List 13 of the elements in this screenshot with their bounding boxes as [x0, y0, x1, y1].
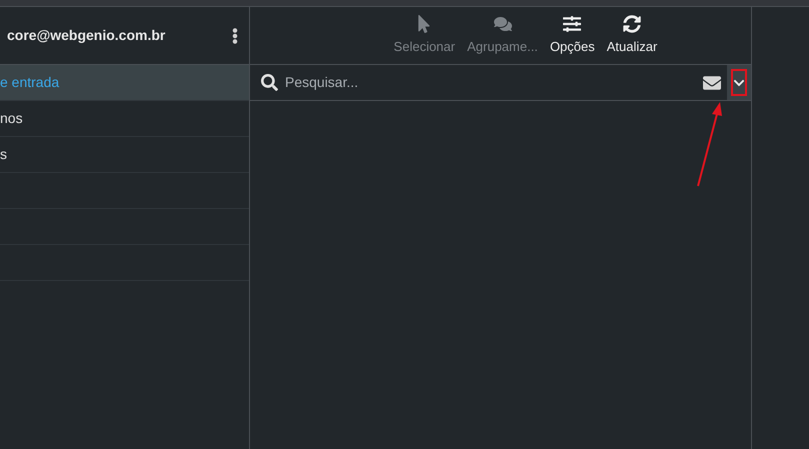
search-field[interactable]: Pesquisar...	[285, 72, 703, 93]
account-email: core@webgenio.com.br	[7, 26, 166, 45]
folder-item[interactable]: nos	[0, 101, 249, 137]
dropdown-button[interactable]	[727, 65, 751, 100]
sliders-icon	[563, 14, 582, 33]
envelope-icon[interactable]	[703, 74, 721, 92]
search-icon	[261, 74, 278, 91]
refresh-icon	[623, 14, 642, 33]
folder-item[interactable]: s	[0, 137, 249, 173]
toolbar-button[interactable]: Opções	[550, 14, 595, 56]
folder-item[interactable]: e entrada	[0, 65, 249, 101]
chat-bubbles-icon	[494, 14, 512, 33]
toolbar-button[interactable]: Atualizar	[606, 14, 658, 56]
